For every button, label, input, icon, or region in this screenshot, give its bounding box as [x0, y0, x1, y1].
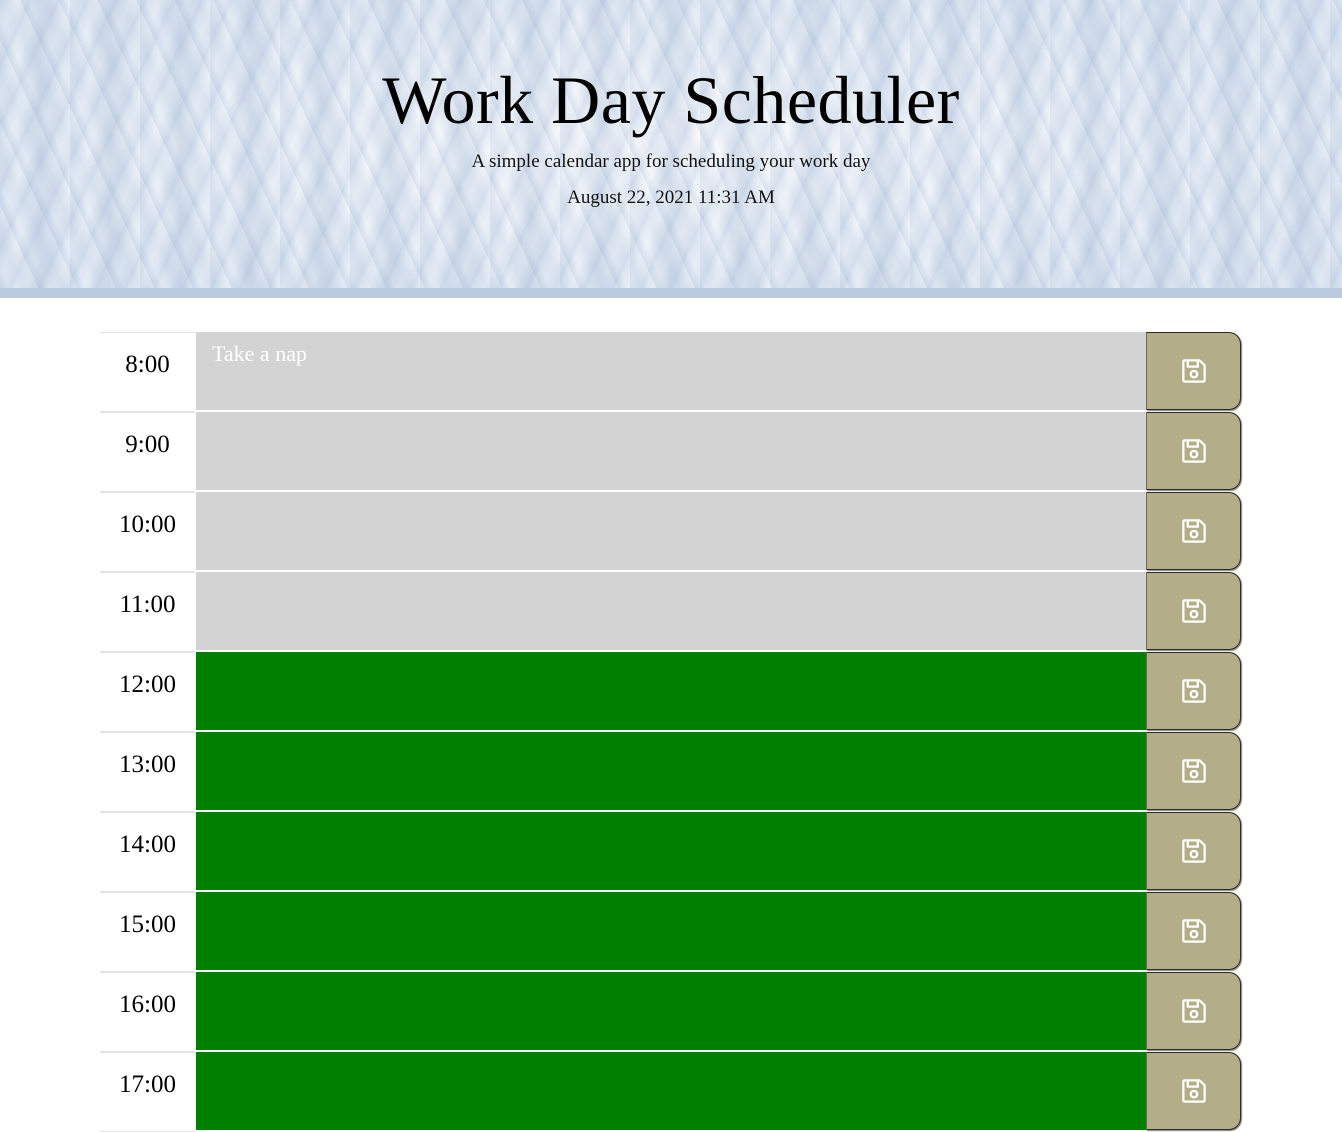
floppy-disk-icon: [1181, 359, 1206, 383]
hour-label: 10:00: [100, 492, 195, 572]
floppy-disk-icon: [1181, 1079, 1206, 1103]
time-block-row: 8:00 Take a nap: [100, 332, 1241, 412]
event-description-textarea[interactable]: [195, 812, 1146, 892]
current-date: August 22, 2021 11:31 AM: [567, 187, 775, 208]
time-block-row: 10:00: [100, 492, 1241, 572]
time-block-row: 12:00: [100, 652, 1241, 732]
hour-label: 8:00: [100, 332, 195, 412]
time-block-row: 15:00: [100, 892, 1241, 972]
page-title: Work Day Scheduler: [382, 62, 960, 138]
time-block-row: 11:00: [100, 572, 1241, 652]
save-button[interactable]: [1146, 812, 1241, 890]
floppy-disk-icon: [1181, 919, 1206, 943]
schedule-container: 8:00 Take a nap 9:00 10:00 11:00 12:00 13:00 14…: [100, 332, 1241, 1132]
hour-label: 13:00: [100, 732, 195, 812]
save-button[interactable]: [1146, 412, 1241, 490]
floppy-disk-icon: [1181, 679, 1206, 703]
event-description-textarea[interactable]: [195, 412, 1146, 492]
time-block-row: 16:00: [100, 972, 1241, 1052]
page-subtitle: A simple calendar app for scheduling you…: [471, 151, 871, 172]
floppy-disk-icon: [1181, 519, 1206, 543]
hour-label: 16:00: [100, 972, 195, 1052]
floppy-disk-icon: [1181, 999, 1206, 1023]
event-description-text: Take a nap: [212, 341, 307, 366]
hour-label: 17:00: [100, 1052, 195, 1132]
save-button[interactable]: [1146, 492, 1241, 570]
event-description-textarea[interactable]: [195, 892, 1146, 972]
save-button[interactable]: [1146, 652, 1241, 730]
floppy-disk-icon: [1181, 439, 1206, 463]
save-button[interactable]: [1146, 1052, 1241, 1130]
save-button[interactable]: [1146, 572, 1241, 650]
event-description-textarea[interactable]: Take a nap: [195, 332, 1146, 412]
save-button[interactable]: [1146, 972, 1241, 1050]
event-description-textarea[interactable]: [195, 732, 1146, 812]
floppy-disk-icon: [1181, 759, 1206, 783]
time-block-row: 14:00: [100, 812, 1241, 892]
hour-label: 11:00: [100, 572, 195, 652]
time-block-row: 13:00: [100, 732, 1241, 812]
event-description-textarea[interactable]: [195, 572, 1146, 652]
header-content: Work Day Scheduler A simple calendar app…: [0, 60, 1342, 210]
floppy-disk-icon: [1181, 599, 1206, 623]
floppy-disk-icon: [1181, 839, 1206, 863]
hour-label: 12:00: [100, 652, 195, 732]
event-description-textarea[interactable]: [195, 1052, 1146, 1132]
page-header: Work Day Scheduler A simple calendar app…: [0, 0, 1342, 298]
event-description-textarea[interactable]: [195, 652, 1146, 732]
save-button[interactable]: [1146, 892, 1241, 970]
time-block-row: 9:00: [100, 412, 1241, 492]
hour-label: 9:00: [100, 412, 195, 492]
save-button[interactable]: [1146, 332, 1241, 410]
event-description-textarea[interactable]: [195, 492, 1146, 572]
hour-label: 15:00: [100, 892, 195, 972]
hour-label: 14:00: [100, 812, 195, 892]
save-button[interactable]: [1146, 732, 1241, 810]
event-description-textarea[interactable]: [195, 972, 1146, 1052]
time-block-row: 17:00: [100, 1052, 1241, 1132]
